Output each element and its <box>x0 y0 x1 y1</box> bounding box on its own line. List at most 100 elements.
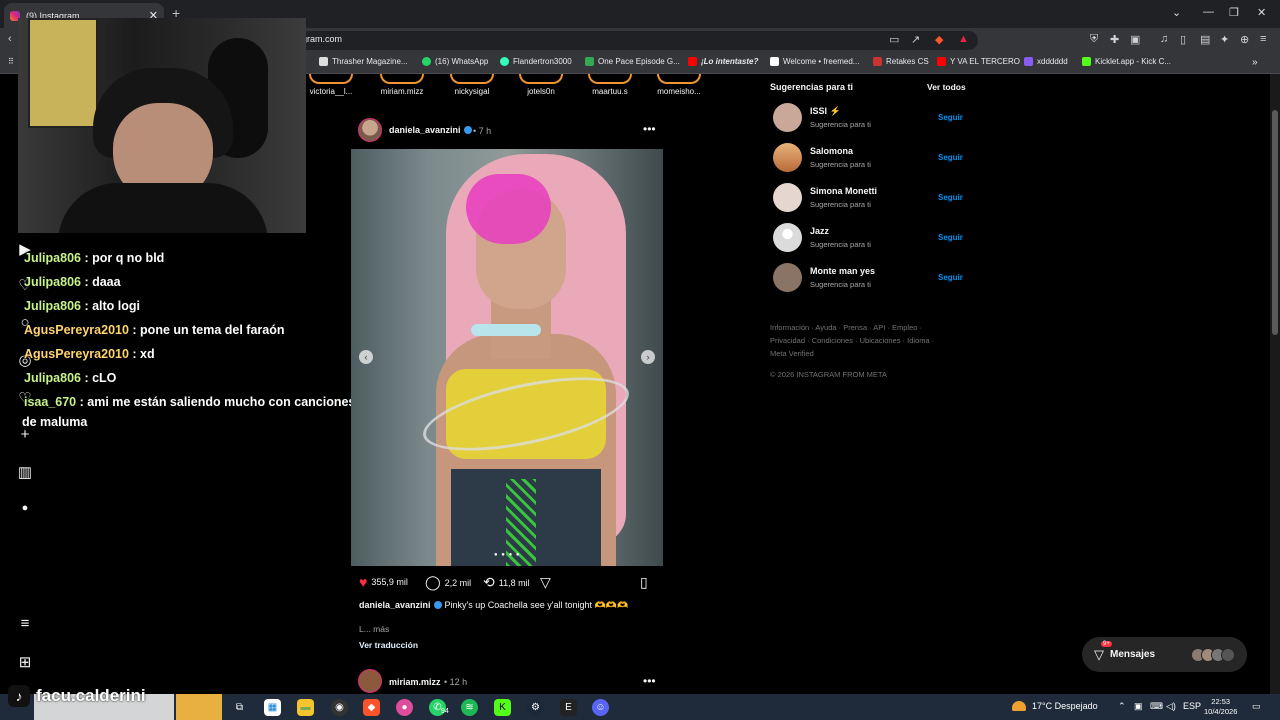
more-bookmarks-icon[interactable]: » <box>1252 57 1258 68</box>
see-translation-link[interactable]: Ver traducción <box>359 640 418 650</box>
post-author-avatar[interactable] <box>358 118 382 142</box>
bookmark-thrasher[interactable]: Thrasher Magazine... <box>319 57 408 66</box>
caption-more-link[interactable]: L... más <box>359 624 389 634</box>
story-item[interactable]: nickysigal <box>437 74 507 96</box>
suggestion-name[interactable]: Jazz <box>810 226 829 236</box>
caption-username[interactable]: daniela_avanzini <box>359 600 431 610</box>
steam-icon[interactable]: ⚙ <box>527 699 544 716</box>
obs-icon[interactable]: ◉ <box>331 699 348 716</box>
story-item[interactable]: victoria__l... <box>296 74 366 96</box>
follow-button[interactable]: Seguir <box>938 273 963 282</box>
more-menu-icon[interactable]: ≡ <box>16 615 34 632</box>
suggestion-name[interactable]: Simona Monetti <box>810 186 877 196</box>
vpn-shield-icon[interactable]: ⊕ <box>1240 33 1249 46</box>
leo-icon[interactable]: ✦ <box>1220 33 1229 46</box>
menu-icon[interactable]: ≡ <box>1260 33 1266 45</box>
tab-search-icon[interactable]: ⌄ <box>1172 6 1181 19</box>
threads-icon[interactable]: ⊞ <box>16 653 34 671</box>
clock[interactable]: 22:53 10/4/2026 <box>1204 697 1237 717</box>
follow-button[interactable]: Seguir <box>938 233 963 242</box>
network-icon[interactable]: ⌨ <box>1150 701 1163 712</box>
bookmark-freemed[interactable]: Welcome • freemed... <box>770 57 859 66</box>
default-avatar-icon[interactable] <box>773 223 802 252</box>
notifications-center-icon[interactable]: ▭ <box>1252 701 1261 712</box>
post-author-name[interactable]: daniela_avanzini <box>389 125 475 135</box>
suggestion-name[interactable]: Salomona <box>810 146 853 156</box>
carousel-prev-icon[interactable]: ‹ <box>359 350 373 364</box>
story-item[interactable]: momeisho... <box>644 74 714 96</box>
like-button[interactable]: ♥ 355,9 mil <box>359 574 408 590</box>
address-bar[interactable]: gram.com <box>290 31 978 50</box>
share-icon[interactable]: ↗ <box>911 33 920 46</box>
tray-app-icon[interactable]: ▣ <box>1134 701 1143 712</box>
bookmark-flandertron[interactable]: Flandertron3000 <box>500 57 572 66</box>
story-item[interactable]: jotels0n <box>506 74 576 96</box>
post-image[interactable] <box>351 149 663 566</box>
bookmark-whatsapp[interactable]: (16) WhatsApp <box>422 57 488 66</box>
see-all-link[interactable]: Ver todos <box>927 82 966 92</box>
bookmark-kicklet[interactable]: Kicklet.app - Kick C... <box>1082 57 1171 66</box>
save-button[interactable]: ▯ <box>640 574 648 591</box>
file-explorer-icon[interactable]: ▬ <box>297 699 314 716</box>
dashboard-icon[interactable]: ▥ <box>16 463 34 481</box>
apps-icon[interactable]: ⠿ <box>8 57 14 66</box>
suggestion-avatar[interactable] <box>773 183 802 212</box>
messages-label: Mensajes <box>1110 649 1156 660</box>
scrollbar-thumb[interactable] <box>1272 110 1278 335</box>
suggestion-avatar[interactable] <box>773 263 802 292</box>
story-item[interactable]: miriam.mizz <box>367 74 437 96</box>
cast-icon[interactable]: ▭ <box>889 33 899 46</box>
tab-icon[interactable]: ▣ <box>1130 33 1140 46</box>
weather-widget[interactable]: 17°C Despejado <box>1012 701 1098 711</box>
carousel-next-icon[interactable]: › <box>641 350 655 364</box>
vpn-icon[interactable]: ⛨ <box>1090 33 1098 46</box>
bookmark-xdddddd[interactable]: xdddddd <box>1024 57 1068 66</box>
spotify-icon[interactable]: ≋ <box>461 699 478 716</box>
comment-button[interactable]: ◯ 2,2 mil <box>425 574 471 591</box>
brave-browser-icon[interactable]: ◆ <box>363 699 380 716</box>
share-button[interactable]: ▽ <box>540 574 551 591</box>
suggestion-avatar[interactable] <box>773 103 802 132</box>
bookmark-retakes[interactable]: Retakes CS <box>873 57 929 66</box>
language-indicator[interactable]: ESP <box>1183 701 1201 711</box>
volume-icon[interactable]: ◁) <box>1166 701 1176 712</box>
bookmark-onepace[interactable]: One Pace Episode G... <box>585 57 680 66</box>
osu-icon[interactable]: ● <box>396 699 413 716</box>
bookmark-y-va-el-tercero[interactable]: Y VA EL TERCERO <box>937 57 1020 66</box>
comment-icon: ◯ <box>425 574 441 590</box>
tray-overflow-icon[interactable]: ⌃ <box>1118 701 1126 712</box>
suggestion-avatar[interactable] <box>773 143 802 172</box>
epic-games-icon[interactable]: E <box>560 699 577 716</box>
follow-button[interactable]: Seguir <box>938 193 963 202</box>
wallet-icon[interactable]: ▤ <box>1200 33 1210 46</box>
minimize-icon[interactable]: — <box>1203 6 1214 18</box>
messages-button[interactable]: ▽ 9+ Mensajes <box>1082 637 1247 672</box>
close-window-icon[interactable]: ✕ <box>1257 6 1266 19</box>
extensions-icon[interactable]: ✚ <box>1110 33 1119 46</box>
task-view-icon[interactable]: ⧉ <box>231 699 248 716</box>
taskbar-widget-image[interactable] <box>176 694 222 720</box>
back-icon[interactable]: ‹ <box>8 33 12 45</box>
post-options-icon[interactable]: ••• <box>643 122 656 136</box>
post-username[interactable]: daniela_avanzini <box>389 125 461 135</box>
kick-taskbar-icon[interactable]: K <box>494 699 511 716</box>
sidebar-icon[interactable]: ▯ <box>1180 33 1186 46</box>
next-post-options-icon[interactable]: ••• <box>643 674 656 688</box>
bookmark-lo-intentaste[interactable]: ¡Lo intentaste? <box>688 57 758 66</box>
story-item[interactable]: maartuu.s <box>575 74 645 96</box>
profile-avatar[interactable]: ● <box>16 502 34 514</box>
next-post-username[interactable]: miriam.mizz <box>389 677 441 687</box>
maximize-icon[interactable]: ❐ <box>1229 6 1239 19</box>
discord-icon[interactable]: ☺ <box>592 699 609 716</box>
music-icon[interactable]: ♫ <box>1160 33 1168 45</box>
microsoft-store-icon[interactable]: ▦ <box>264 699 281 716</box>
brave-shield-icon[interactable]: ◆ <box>935 33 943 46</box>
follow-button[interactable]: Seguir <box>938 153 963 162</box>
suggestion-name[interactable]: Monte man yes <box>810 266 875 276</box>
suggestion-name[interactable]: ISSI ⚡ <box>810 106 841 117</box>
footer-links[interactable]: Información · Ayuda · Prensa · API · Emp… <box>770 321 950 360</box>
follow-button[interactable]: Seguir <box>938 113 963 122</box>
brave-rewards-icon[interactable]: ▲ <box>958 33 969 45</box>
repost-button[interactable]: ⟲ 11,8 mil <box>483 574 530 591</box>
next-post-author-avatar[interactable] <box>358 669 382 693</box>
